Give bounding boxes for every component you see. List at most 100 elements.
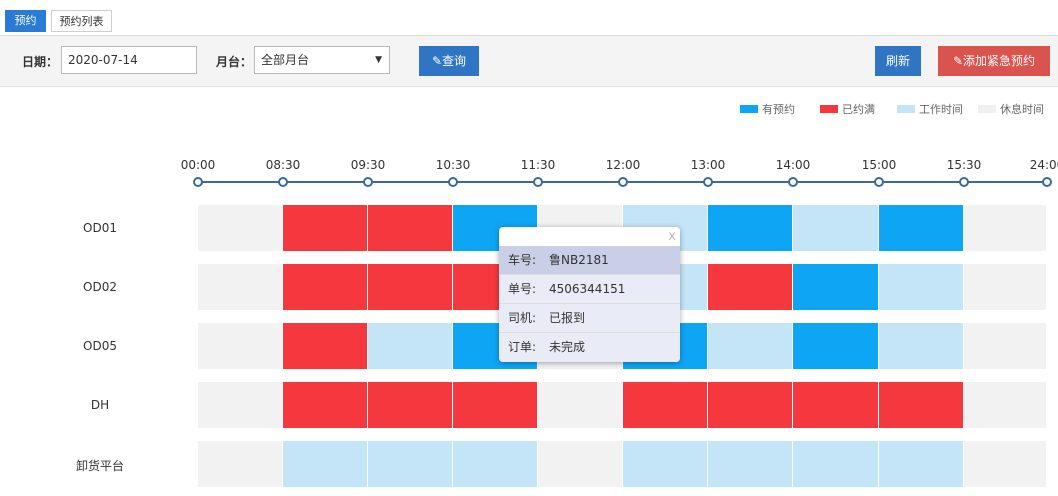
platform-label: 月台： (216, 55, 253, 69)
timeline-tick-dot (618, 177, 628, 187)
schedule-slot-full[interactable] (879, 382, 964, 428)
timeline-tick-dot (533, 177, 543, 187)
schedule-slot-rest (198, 264, 283, 310)
timeline-tick-label: 12:00 (605, 158, 641, 172)
legend-swatch (978, 105, 996, 113)
tooltip-row-driver: 司机: 已报到 (499, 304, 680, 333)
tooltip-key: 订单: (508, 340, 537, 354)
schedule-slot-rest (964, 205, 1047, 251)
platform-row-label: 卸货平台 (75, 459, 124, 473)
timeline-tick-dot (703, 177, 713, 187)
schedule-slot-work[interactable] (368, 323, 453, 369)
schedule-slot-rest (538, 441, 623, 487)
date-input[interactable]: 2020-07-14 (61, 46, 197, 74)
schedule-slot-full[interactable] (708, 264, 793, 310)
legend-label: 休息时间 (1000, 103, 1044, 116)
legend-item-full: 已约满 (820, 104, 875, 116)
timeline-tick-dot (448, 177, 458, 187)
schedule-slot-full[interactable] (453, 382, 538, 428)
timeline-tick-dot (1042, 177, 1052, 187)
schedule-slot-full[interactable] (623, 382, 708, 428)
schedule-slot-work[interactable] (283, 441, 368, 487)
schedule-slot-work[interactable] (793, 441, 879, 487)
legend-swatch (740, 105, 758, 113)
tooltip-row-order-no: 单号: 4506344151 (499, 275, 680, 304)
tab-reservation[interactable]: 预约 (5, 10, 46, 32)
refresh-button[interactable]: 刷新 (875, 46, 921, 76)
schedule-slot-rest (198, 205, 283, 251)
platform-row-label: OD01 (83, 221, 117, 235)
schedule-slot-rest (964, 382, 1047, 428)
schedule-slot-booked[interactable] (793, 323, 879, 369)
schedule-slot-work[interactable] (708, 323, 793, 369)
legend-label: 有预约 (762, 103, 795, 116)
schedule-slot-full[interactable] (283, 382, 368, 428)
schedule-slot-work[interactable] (453, 441, 538, 487)
schedule-slot-work[interactable] (708, 441, 793, 487)
tooltip-value: 鲁NB2181 (549, 253, 609, 267)
timeline-tick-label: 13:00 (690, 158, 726, 172)
timeline-tick-dot (874, 177, 884, 187)
schedule-slot-rest (964, 323, 1047, 369)
timeline-tick-label: 11:30 (520, 158, 556, 172)
chevron-down-icon: ▼ (375, 55, 382, 65)
query-button[interactable]: ✎查询 (419, 46, 479, 76)
timeline-tick-dot (278, 177, 288, 187)
add-urgent-button-label: 添加紧急预约 (963, 54, 1036, 68)
schedule-slot-work[interactable] (793, 205, 879, 251)
schedule-slot-work[interactable] (368, 441, 453, 487)
schedule-slot-full[interactable] (368, 205, 453, 251)
schedule-slot-full[interactable] (283, 323, 368, 369)
schedule-slot-rest (198, 382, 283, 428)
query-button-label: 查询 (442, 54, 467, 68)
schedule-slot-booked[interactable] (793, 264, 879, 310)
edit-icon: ✎ (952, 54, 964, 68)
timeline-tick-dot (363, 177, 373, 187)
schedule-slot-full[interactable] (283, 205, 368, 251)
tooltip-value: 未完成 (549, 340, 586, 354)
schedule-slot-work[interactable] (879, 441, 964, 487)
schedule-slot-full[interactable] (368, 264, 453, 310)
tooltip-key: 司机: (508, 311, 537, 325)
tooltip-value: 已报到 (549, 311, 586, 325)
filter-toolbar: 日期： 2020-07-14 月台： 全部月台 ▼ ✎查询 刷新 ✎添加紧急预约 (0, 36, 1058, 87)
legend-item-booked: 有预约 (740, 104, 795, 116)
schedule-slot-booked[interactable] (879, 205, 964, 251)
tooltip-key: 车号: (508, 253, 537, 267)
timeline-tick-label: 00:00 (180, 158, 216, 172)
timeline-tick-label: 10:30 (435, 158, 471, 172)
legend-label: 已约满 (842, 103, 875, 116)
tooltip-row-order: 订单: 未完成 (499, 333, 680, 362)
schedule-slot-work[interactable] (879, 264, 964, 310)
add-urgent-button[interactable]: ✎添加紧急预约 (938, 46, 1050, 76)
legend-item-work: 工作时间 (897, 104, 963, 116)
legend-item-rest: 休息时间 (978, 104, 1044, 116)
platform-row-label: DH (90, 398, 110, 412)
legend-label: 工作时间 (919, 103, 963, 116)
schedule-slot-rest (198, 323, 283, 369)
tooltip-key: 单号: (508, 282, 537, 296)
platform-select-value: 全部月台 (261, 53, 310, 67)
schedule-slot-work[interactable] (879, 323, 964, 369)
schedule-slot-booked[interactable] (708, 205, 793, 251)
schedule-slot-rest (198, 441, 283, 487)
schedule-slot-full[interactable] (708, 382, 793, 428)
timeline-tick-label: 24:00 (1029, 158, 1058, 172)
close-icon[interactable]: x (668, 229, 676, 244)
timeline-tick-dot (788, 177, 798, 187)
schedule-slot-full[interactable] (283, 264, 368, 310)
schedule-slot-work[interactable] (623, 441, 708, 487)
tab-bar: 预约 预约列表 (0, 0, 1058, 36)
tab-reservation-list[interactable]: 预约列表 (51, 10, 112, 32)
platform-row-label: OD02 (83, 280, 117, 294)
schedule-slot-full[interactable] (793, 382, 879, 428)
schedule-slot-rest (964, 264, 1047, 310)
platform-row-label: OD05 (83, 339, 117, 353)
refresh-button-label: 刷新 (885, 54, 910, 68)
platform-select[interactable]: 全部月台 ▼ (254, 46, 390, 74)
date-label: 日期： (22, 55, 59, 69)
timeline-tick-label: 15:00 (861, 158, 897, 172)
edit-icon: ✎ (431, 54, 443, 68)
schedule-slot-full[interactable] (368, 382, 453, 428)
schedule-slot-rest (538, 382, 623, 428)
